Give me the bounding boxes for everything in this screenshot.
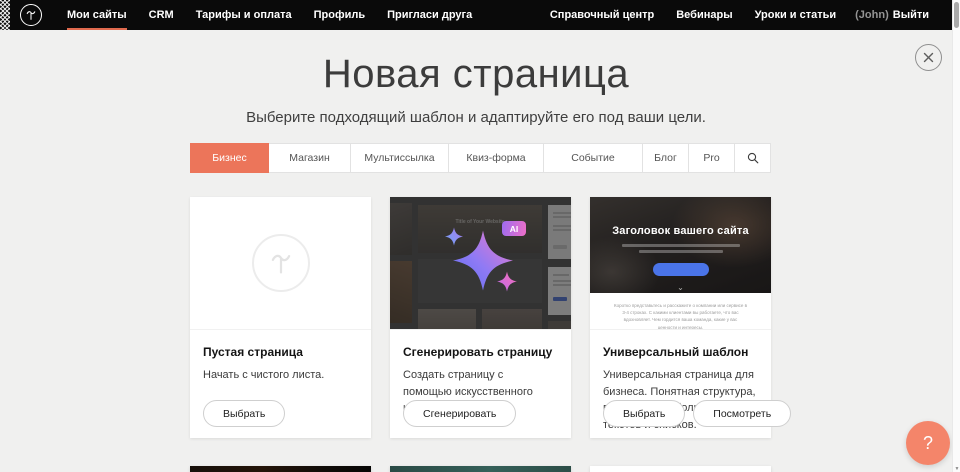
template-hero-subtitle-line [639, 250, 723, 253]
tab-store[interactable]: Магазин [268, 143, 351, 173]
nav-lessons-articles[interactable]: Уроки и статьи [744, 0, 848, 30]
tab-search[interactable] [734, 143, 771, 173]
scrollbar-down-arrow[interactable]: ▼ [953, 466, 960, 472]
scrollbar-thumb[interactable] [954, 2, 959, 28]
choose-universal-button[interactable]: Выбрать [603, 400, 685, 427]
card-title: Пустая страница [203, 345, 358, 359]
template-card-ai-generate: Title of Your Website [390, 197, 571, 438]
template-card-blank-page: Пустая страница Начать с чистого листа. … [190, 197, 371, 438]
user-name: (John) [855, 9, 889, 21]
question-mark-icon: ? [923, 433, 933, 454]
template-hero-button [653, 263, 709, 276]
nav-help-center[interactable]: Справочный центр [539, 0, 665, 30]
template-category-tabs: Бизнес Магазин Мультиссылка Квиз-форма С… [190, 143, 772, 173]
nav-webinars[interactable]: Вебинары [665, 0, 743, 30]
tab-quiz-form[interactable]: Квиз-форма [448, 143, 544, 173]
page-subtitle: Выберите подходящий шаблон и адаптируйте… [0, 109, 952, 126]
card-title: Универсальный шаблон [603, 345, 758, 359]
nav-invite-friend[interactable]: Пригласи друга [376, 0, 483, 30]
choose-blank-button[interactable]: Выбрать [203, 400, 285, 427]
template-card-universal: Заголовок вашего сайта ⌄ Коротко предста… [590, 197, 771, 438]
template-about-text: Коротко представьтесь и расскажите о ком… [614, 302, 747, 330]
card-description: Начать с чистого листа. [203, 367, 358, 384]
tilda-logo-icon [24, 8, 38, 22]
edge-texture [0, 0, 10, 30]
chevron-down-icon: ⌄ [677, 283, 684, 292]
page-title: Новая страница [0, 52, 952, 97]
logout-link[interactable]: Выйти [893, 0, 940, 30]
tab-business[interactable]: Бизнес [190, 143, 269, 173]
blank-page-preview [190, 197, 371, 330]
tab-pro[interactable]: Pro [688, 143, 735, 173]
ai-badge: AI [502, 221, 526, 236]
template-card-partial[interactable] [590, 466, 771, 472]
nav-crm[interactable]: CRM [138, 0, 185, 30]
tilda-watermark-icon [252, 234, 310, 292]
close-icon [923, 52, 934, 63]
template-about-section: Коротко представьтесь и расскажите о ком… [590, 293, 771, 330]
tab-multilink[interactable]: Мультиссылка [350, 143, 449, 173]
template-hero-title: Заголовок вашего сайта [590, 225, 771, 237]
tab-event[interactable]: Событие [543, 143, 643, 173]
nav-profile[interactable]: Профиль [303, 0, 376, 30]
tab-blog[interactable]: Блог [642, 143, 689, 173]
close-button[interactable] [915, 44, 942, 71]
template-card-partial[interactable] [190, 466, 371, 472]
page-scrollbar[interactable]: ▼ [952, 0, 960, 472]
secondary-nav: Справочный центр Вебинары Уроки и статьи… [539, 0, 940, 30]
help-button[interactable]: ? [906, 421, 950, 465]
primary-nav: Мои сайты CRM Тарифы и оплата Профиль Пр… [56, 0, 483, 30]
template-card-partial[interactable] [390, 466, 571, 472]
top-navbar: Мои сайты CRM Тарифы и оплата Профиль Пр… [0, 0, 960, 30]
universal-template-preview: Заголовок вашего сайта ⌄ Коротко предста… [590, 197, 771, 330]
tilda-logo[interactable] [20, 4, 42, 26]
nav-plans-payment[interactable]: Тарифы и оплата [185, 0, 303, 30]
search-icon [747, 152, 759, 164]
preview-universal-button[interactable]: Посмотреть [693, 400, 791, 427]
template-hero-subtitle-line [622, 244, 740, 247]
nav-my-sites[interactable]: Мои сайты [56, 0, 138, 30]
ai-preview: Title of Your Website [390, 197, 571, 330]
card-title: Сгенерировать страницу [403, 345, 558, 359]
template-hero: Заголовок вашего сайта ⌄ [590, 197, 771, 293]
generate-button[interactable]: Сгенерировать [403, 400, 516, 427]
